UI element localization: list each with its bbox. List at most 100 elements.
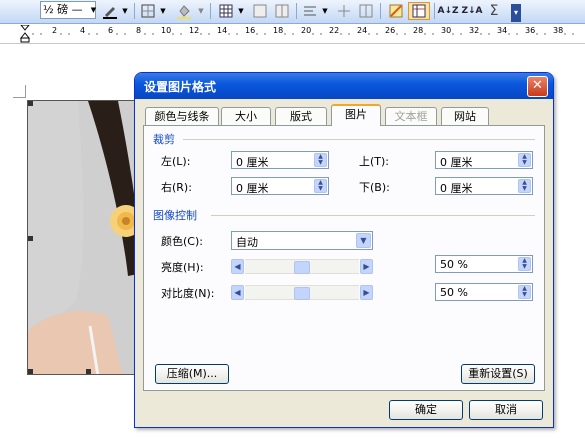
crop-left-value: 0 厘米	[236, 156, 269, 169]
resize-handle[interactable]	[28, 101, 33, 106]
crop-divider	[183, 139, 535, 140]
spinner-arrows-icon[interactable]: ▲ ▼	[518, 179, 531, 193]
indent-marker-icon[interactable]	[20, 25, 30, 43]
slider-right-arrow-icon[interactable]: ▶	[360, 285, 373, 300]
line-weight-combo[interactable]: ½ 磅 —	[40, 1, 96, 19]
line-weight-dropdown-icon[interactable]: ▼	[89, 1, 98, 19]
tab-web[interactable]: 网站	[441, 107, 489, 125]
tab-label: 大小	[235, 110, 257, 123]
borders-dropdown-icon[interactable]: ▼	[158, 2, 168, 20]
color-label: 颜色(C):	[161, 235, 203, 248]
contrast-spinner[interactable]: 50 % ▲ ▼	[435, 283, 533, 301]
line-color-dropdown-icon[interactable]: ▼	[120, 2, 130, 20]
line-style-value: —	[71, 3, 83, 16]
crop-right-spinner[interactable]: 0 厘米 ▲ ▼	[231, 177, 329, 195]
tab-label: 颜色与线条	[154, 110, 210, 123]
tab-size[interactable]: 大小	[221, 107, 271, 125]
ruler-number: 2	[52, 26, 58, 35]
reset-button[interactable]: 重新设置(S)	[461, 364, 535, 384]
sort-descending-icon[interactable]: Z↓A	[461, 2, 482, 20]
crop-left-spinner[interactable]: 0 厘米 ▲ ▼	[231, 151, 329, 169]
selected-picture[interactable]	[27, 100, 147, 375]
contrast-slider[interactable]: ◀ ▶	[231, 285, 373, 300]
toolbar-options-icon[interactable]: ▾	[511, 4, 521, 22]
ok-button[interactable]: 确定	[389, 400, 463, 420]
insert-table-icon[interactable]	[216, 2, 236, 20]
horizontal-ruler: 2 4 6 8 10 12 14 16 18 20 22 24 26 28 30…	[0, 24, 585, 44]
crop-bottom-value: 0 厘米	[440, 182, 473, 195]
crop-bottom-spinner[interactable]: 0 厘米 ▲ ▼	[435, 177, 533, 195]
ruler-number: 4	[80, 26, 86, 35]
ruler-number: 12	[189, 26, 200, 35]
color-select[interactable]: 自动 ▼	[231, 231, 373, 250]
table-dropdown-icon[interactable]: ▼	[236, 2, 246, 20]
spinner-arrows-icon[interactable]: ▲ ▼	[314, 153, 327, 167]
brightness-slider[interactable]: ◀ ▶	[231, 259, 373, 274]
ruler-number: 24	[357, 26, 368, 35]
sort-ascending-icon[interactable]: A↓Z	[437, 2, 458, 20]
slider-right-arrow-icon[interactable]: ▶	[360, 259, 373, 274]
tab-label: 网站	[454, 110, 476, 123]
crop-right-label: 右(R):	[161, 181, 192, 194]
align-icon[interactable]	[300, 2, 320, 20]
spinner-arrows-icon[interactable]: ▲ ▼	[518, 285, 531, 299]
brightness-spinner[interactable]: 50 % ▲ ▼	[435, 255, 533, 273]
crop-group-label: 裁剪	[153, 133, 175, 146]
slider-track[interactable]	[245, 285, 359, 300]
tab-picture[interactable]: 图片	[331, 104, 381, 126]
ruler-number: 34	[497, 26, 508, 35]
table-properties-icon[interactable]	[408, 2, 430, 20]
formatting-toolbar: ½ 磅 — ▼ ▼ ▼ ▼ ▼ ▼ A↓Z Z↓A Σ ▾	[0, 0, 585, 24]
fill-color-icon[interactable]	[174, 2, 194, 20]
portrait-photo	[28, 101, 146, 374]
ruler-number: 36	[525, 26, 536, 35]
crop-top-spinner[interactable]: 0 厘米 ▲ ▼	[435, 151, 533, 169]
color-value: 自动	[236, 236, 258, 249]
image-control-group-label: 图像控制	[153, 209, 197, 222]
table-autoformat-icon[interactable]	[386, 2, 406, 20]
ruler-number: 28	[413, 26, 424, 35]
fill-color-dropdown-icon[interactable]: ▼	[196, 2, 206, 20]
slider-left-arrow-icon[interactable]: ◀	[231, 259, 244, 274]
crop-right-value: 0 厘米	[236, 182, 269, 195]
format-picture-dialog: 设置图片格式 ✕ 颜色与线条 大小 版式 图片 文本框 网站 裁剪 左(L): …	[134, 72, 554, 428]
spinner-arrows-icon[interactable]: ▲ ▼	[518, 257, 531, 271]
tab-colors-and-lines[interactable]: 颜色与线条	[145, 107, 219, 125]
split-cells-icon[interactable]	[272, 2, 292, 20]
resize-handle[interactable]	[28, 236, 33, 241]
align-dropdown-icon[interactable]: ▼	[320, 2, 330, 20]
contrast-slider-thumb[interactable]	[294, 287, 310, 300]
ruler-number: 30	[441, 26, 452, 35]
autosum-icon[interactable]: Σ	[484, 2, 504, 20]
ruler-number: 8	[136, 26, 142, 35]
tab-layout[interactable]: 版式	[275, 107, 327, 125]
brightness-slider-thumb[interactable]	[294, 261, 310, 274]
line-color-icon[interactable]	[100, 2, 120, 20]
tab-label: 图片	[345, 108, 367, 121]
borders-icon[interactable]	[138, 2, 158, 20]
ruler-number: 16	[245, 26, 256, 35]
resize-handle[interactable]	[86, 369, 91, 374]
crop-bottom-label: 下(B):	[359, 181, 390, 194]
ruler-number: 26	[385, 26, 396, 35]
compress-button[interactable]: 压缩(M)...	[155, 364, 229, 384]
image-control-divider	[211, 215, 535, 216]
dialog-titlebar[interactable]: 设置图片格式 ✕	[135, 73, 553, 99]
ruler-number: 38	[553, 26, 564, 35]
slider-track[interactable]	[245, 259, 359, 274]
close-button[interactable]: ✕	[527, 76, 548, 97]
cancel-button[interactable]: 取消	[469, 400, 543, 420]
merge-cells-icon[interactable]	[250, 2, 270, 20]
ruler-number: 20	[301, 26, 312, 35]
spinner-arrows-icon[interactable]: ▲ ▼	[314, 179, 327, 193]
ruler-number: 18	[273, 26, 284, 35]
close-icon: ✕	[532, 78, 543, 93]
resize-handle[interactable]	[28, 369, 33, 374]
spinner-arrows-icon[interactable]: ▲ ▼	[518, 153, 531, 167]
ruler-number: 10	[161, 26, 172, 35]
chevron-down-icon[interactable]: ▼	[356, 233, 371, 248]
slider-left-arrow-icon[interactable]: ◀	[231, 285, 244, 300]
distribute-columns-icon[interactable]	[356, 2, 376, 20]
distribute-rows-icon[interactable]	[334, 2, 354, 20]
crop-left-label: 左(L):	[161, 155, 191, 168]
